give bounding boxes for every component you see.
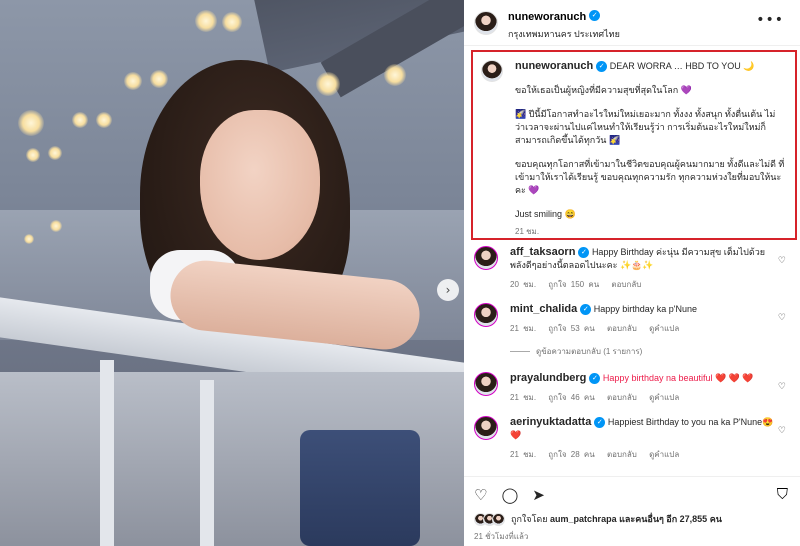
comment-time: 21 ชม. <box>510 393 537 402</box>
verified-badge-icon: ✓ <box>589 9 601 21</box>
comment-likes[interactable]: ถูกใจ 46 คน <box>548 393 594 402</box>
commenter-avatar[interactable] <box>474 246 498 270</box>
commenter-avatar[interactable] <box>474 416 498 440</box>
bokeh-light <box>96 112 112 128</box>
divider-line <box>510 351 530 352</box>
bokeh-light <box>222 12 242 32</box>
chevron-right-icon: › <box>445 283 451 297</box>
reply-button[interactable]: ตอบกลับ <box>607 324 637 333</box>
liker-avatars <box>474 512 505 526</box>
bokeh-light <box>48 146 62 160</box>
likes-summary: ถูกใจโดย aum_patchrapa และคนอื่นๆ อีก 27… <box>474 512 722 526</box>
comment: aerinyuktadatta ✓ Happiest Birthday to yo… <box>464 416 800 461</box>
comment: prayalundberg ✓ Happy birthday na beautif… <box>464 372 800 404</box>
post-side-panel: nuneworanuch ✓ กรุงเทพมหานคร ประเทศไทย ••… <box>464 0 800 546</box>
translate-button[interactable]: ดูคำแปล <box>649 324 679 333</box>
comment-time: 21 ชม. <box>510 324 537 333</box>
comment: mint_chalida ✓ Happy birthday ka p'Nune 2… <box>464 303 800 335</box>
view-replies-label[interactable]: ดูข้อความตอบกลับ (1 รายการ) <box>536 345 642 358</box>
commenter-username[interactable]: aerinyuktadatta <box>510 416 591 428</box>
post-header: nuneworanuch ✓ กรุงเทพมหานคร ประเทศไทย ••… <box>464 0 800 46</box>
translate-button[interactable]: ดูคำแปล <box>649 393 679 402</box>
comment-likes[interactable]: ถูกใจ 53 คน <box>548 324 594 333</box>
caption-paragraph: ขอบคุณทุกโอกาสที่เข้ามาในชีวิตขอบคุณผู้ค… <box>515 159 785 195</box>
comment-like-icon[interactable]: ♡ <box>778 426 786 436</box>
face <box>200 110 320 260</box>
railing-post <box>100 360 114 546</box>
likes-count[interactable]: และคนอื่นๆ อีก 27,855 คน <box>619 512 722 526</box>
jeans <box>300 430 420 546</box>
comments-list: aff_taksaorn ✓ Happy Birthday ค่ะนุ่น มีค… <box>464 240 800 461</box>
comment-icon[interactable]: ◯ <box>501 486 518 504</box>
caption-paragraph: ขอให้เธอเป็นผู้หญิงที่มีความสุขที่สุดในโ… <box>515 85 692 95</box>
reply-button[interactable]: ตอบกลับ <box>607 393 637 402</box>
comment: aff_taksaorn ✓ Happy Birthday ค่ะนุ่น มีค… <box>464 246 800 291</box>
caption-time: 21 ชม. <box>515 227 540 236</box>
bokeh-light <box>26 148 40 162</box>
comment-like-icon[interactable]: ♡ <box>778 313 786 323</box>
caption-highlight: nuneworanuch ✓ DEAR WORRA … HBD TO YOU 🌙 … <box>471 50 797 240</box>
liker-username[interactable]: aum_patchrapa <box>550 514 617 524</box>
caption: nuneworanuch ✓ DEAR WORRA … HBD TO YOU 🌙 … <box>515 60 785 238</box>
commenter-avatar[interactable] <box>474 303 498 327</box>
caption-author-avatar[interactable] <box>481 60 503 82</box>
bokeh-light <box>150 70 168 88</box>
caption-first-line: DEAR WORRA … HBD TO YOU 🌙 <box>609 61 755 71</box>
caption-paragraph: Just smiling 😄 <box>515 209 576 219</box>
bookmark-icon[interactable]: ⛉ <box>777 485 788 503</box>
verified-badge-icon: ✓ <box>580 304 592 316</box>
reply-button[interactable]: ตอบกลับ <box>611 280 641 289</box>
liker-avatar <box>492 512 505 526</box>
bokeh-light <box>384 64 406 86</box>
posted-time[interactable]: 21 ชั่วโมงที่แล้ว <box>474 530 528 543</box>
share-icon[interactable]: ➤ <box>532 486 545 504</box>
comment-like-icon[interactable]: ♡ <box>778 382 786 392</box>
caption-username[interactable]: nuneworanuch <box>515 60 593 72</box>
commenter-avatar[interactable] <box>474 372 498 396</box>
bokeh-light <box>316 72 340 96</box>
translate-button[interactable]: ดูคำแปล <box>649 450 679 459</box>
author-username[interactable]: nuneworanuch <box>508 11 586 23</box>
author-avatar[interactable] <box>474 10 498 35</box>
likes-prefix: ถูกใจโดย <box>511 514 548 524</box>
heart-icon[interactable]: ♡ <box>474 486 487 504</box>
verified-badge-icon: ✓ <box>589 373 601 385</box>
bokeh-light <box>24 234 34 244</box>
bokeh-light <box>124 72 142 90</box>
railing-post <box>200 380 214 546</box>
commenter-username[interactable]: aff_taksaorn <box>510 246 575 258</box>
verified-badge-icon: ✓ <box>578 247 590 259</box>
comment-like-icon[interactable]: ♡ <box>778 256 786 266</box>
verified-badge-icon: ✓ <box>596 61 608 73</box>
commenter-username[interactable]: prayalundberg <box>510 372 586 384</box>
comment-text: Happy birthday ka p'Nune <box>593 304 698 314</box>
comment-text: Happy birthday na beautiful ❤️ ❤️ ❤️ <box>602 373 754 383</box>
comment-time: 20 ชม. <box>510 280 537 289</box>
view-replies[interactable]: ดูข้อความตอบกลับ (1 รายการ) <box>464 345 800 358</box>
comment-likes[interactable]: ถูกใจ 28 คน <box>548 450 594 459</box>
more-options-icon[interactable]: ••• <box>756 12 784 28</box>
action-bar: ♡ ◯ ➤ ⛉ <box>464 476 800 512</box>
bokeh-light <box>50 220 62 232</box>
comment-likes[interactable]: ถูกใจ 150 คน <box>548 280 599 289</box>
post-photo: › <box>0 0 464 546</box>
post-location[interactable]: กรุงเทพมหานคร ประเทศไทย <box>508 27 620 41</box>
commenter-username[interactable]: mint_chalida <box>510 303 577 315</box>
bokeh-light <box>195 10 217 32</box>
next-photo-button[interactable]: › <box>437 279 459 301</box>
comment-time: 21 ชม. <box>510 450 537 459</box>
bokeh-light <box>18 110 44 136</box>
verified-badge-icon: ✓ <box>594 417 606 429</box>
caption-paragraph: 🌠 ปีนี้มีโอกาสทำอะไรใหม่ใหม่เยอะมาก ทั้ง… <box>515 109 776 145</box>
reply-button[interactable]: ตอบกลับ <box>607 450 637 459</box>
bokeh-light <box>72 112 88 128</box>
